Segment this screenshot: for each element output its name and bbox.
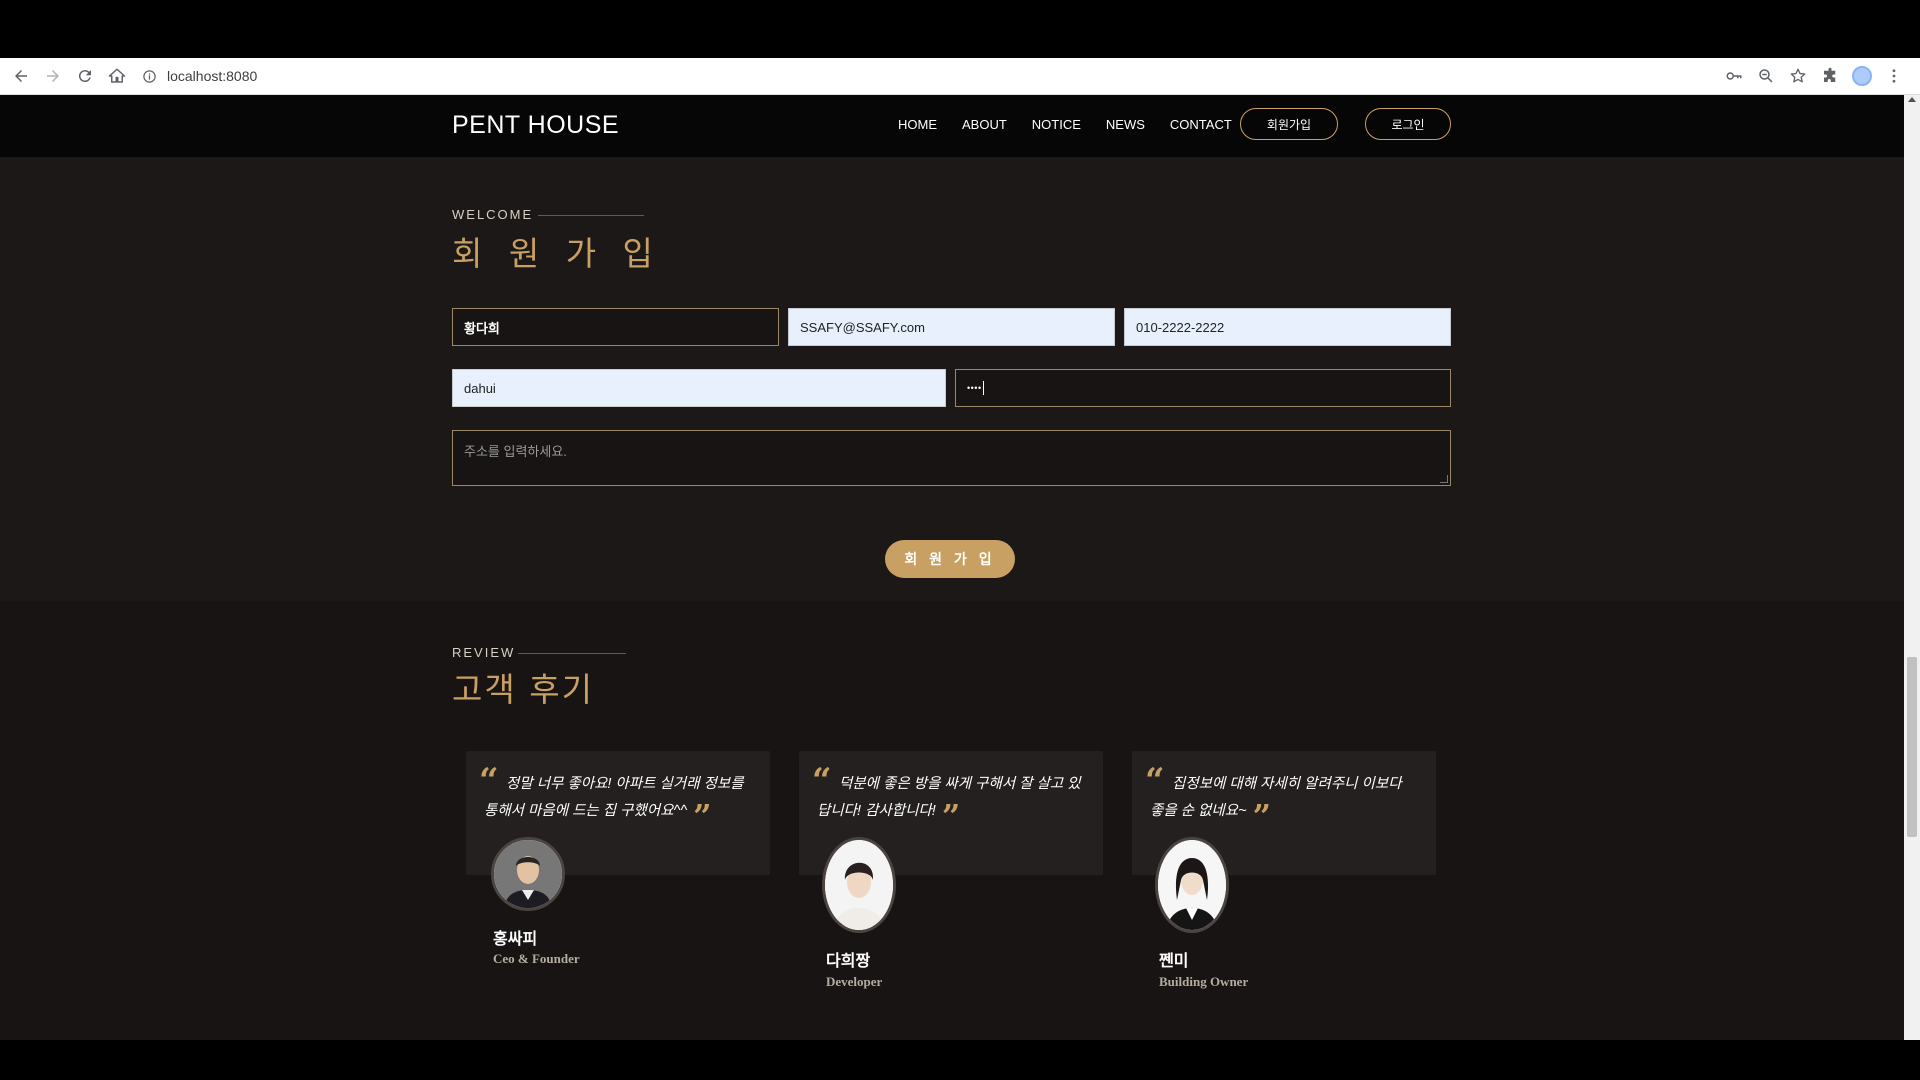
reload-icon[interactable] — [69, 60, 101, 92]
info-icon[interactable] — [139, 66, 159, 86]
nav-about[interactable]: ABOUT — [962, 117, 1007, 132]
join-title: 회 원 가 입 — [452, 234, 661, 273]
address-field[interactable]: 주소를 입력하세요. — [452, 430, 1451, 486]
name-field[interactable]: 황다희 — [452, 308, 779, 346]
review-section: REVIEW 고객 후기 “ 정말 너무 좋아요! 아파트 실거래 정보를 통해… — [0, 601, 1904, 1040]
quote-close-icon: ” — [693, 797, 712, 835]
review-eyebrow-divider — [518, 653, 626, 654]
address-bar[interactable]: localhost:8080 — [139, 62, 257, 90]
password-field[interactable]: •••• — [955, 369, 1451, 407]
join-section: WELCOME 회 원 가 입 황다희 SSAFY@SSAFY.com 010-… — [0, 157, 1904, 601]
review-quote: 덕분에 좋은 방을 싸게 구해서 잘 살고 있답니다! 감사합니다!” — [817, 771, 1085, 832]
review-title: 고객 후기 — [452, 670, 594, 709]
home-icon[interactable] — [101, 60, 133, 92]
text-caret — [982, 381, 984, 395]
reviewer-role: Building Owner — [1159, 974, 1249, 989]
review-quote-text: 집정보에 대해 자세히 알려주니 이보다 좋을 순 없네요~ — [1150, 776, 1402, 819]
signup-button[interactable]: 회원가입 — [1240, 108, 1338, 140]
login-button[interactable]: 로그인 — [1365, 108, 1451, 140]
avatar — [822, 837, 896, 933]
main-nav: HOME ABOUT NOTICE NEWS CONTACT — [898, 117, 1257, 132]
reviewer-role: Developer — [826, 974, 883, 989]
join-eyebrow: WELCOME — [452, 207, 534, 222]
id-field-value: dahui — [464, 380, 496, 396]
join-eyebrow-divider — [538, 215, 644, 216]
quote-close-icon: ” — [1252, 797, 1271, 835]
email-field[interactable]: SSAFY@SSAFY.com — [788, 308, 1115, 346]
scroll-thumb[interactable] — [1907, 657, 1917, 837]
screen-top-bar — [0, 0, 1920, 58]
avatar — [491, 837, 565, 911]
forward-icon[interactable] — [37, 60, 69, 92]
name-field-value: 황다희 — [464, 320, 500, 336]
nav-home[interactable]: HOME — [898, 117, 937, 132]
scroll-up-icon[interactable] — [1908, 97, 1916, 102]
address-field-placeholder: 주소를 입력하세요. — [464, 444, 567, 459]
extensions-icon[interactable] — [1814, 60, 1846, 92]
site-header: PENT HOUSE HOME ABOUT NOTICE NEWS CONTAC… — [0, 95, 1904, 158]
phone-field[interactable]: 010-2222-2222 — [1124, 308, 1451, 346]
quote-close-icon: ” — [941, 797, 961, 835]
menu-icon[interactable] — [1878, 60, 1910, 92]
profile-icon[interactable] — [1846, 60, 1878, 92]
page-scrollbar[interactable] — [1904, 95, 1920, 1040]
reviewer-role: Ceo & Founder — [493, 951, 580, 966]
browser-toolbar: localhost:8080 — [0, 58, 1920, 95]
screen-bottom-bar — [0, 1040, 1920, 1080]
id-field[interactable]: dahui — [452, 369, 946, 407]
brand-logo[interactable]: PENT HOUSE — [452, 111, 619, 140]
nav-news[interactable]: NEWS — [1106, 117, 1145, 132]
address-url[interactable]: localhost:8080 — [167, 68, 257, 84]
browser-actions — [1718, 60, 1910, 92]
browser-nav-buttons — [5, 60, 133, 92]
page-viewport: PENT HOUSE HOME ABOUT NOTICE NEWS CONTAC… — [0, 95, 1904, 1040]
key-icon[interactable] — [1718, 60, 1750, 92]
nav-notice[interactable]: NOTICE — [1032, 117, 1081, 132]
star-icon[interactable] — [1782, 60, 1814, 92]
join-submit-button[interactable]: 회 원 가 입 — [885, 540, 1015, 578]
reviewer-name: 홍싸피 — [493, 929, 538, 948]
email-field-value: SSAFY@SSAFY.com — [800, 319, 925, 335]
review-eyebrow: REVIEW — [452, 645, 516, 660]
phone-field-value: 010-2222-2222 — [1136, 319, 1225, 335]
review-quote: 집정보에 대해 자세히 알려주니 이보다 좋을 순 없네요~” — [1150, 771, 1418, 832]
review-quote: 정말 너무 좋아요! 아파트 실거래 정보를 통해서 마음에 드는 집 구했어요… — [484, 771, 752, 832]
avatar — [1155, 837, 1229, 933]
nav-contact[interactable]: CONTACT — [1170, 117, 1232, 132]
password-field-value: •••• — [967, 383, 982, 393]
back-icon[interactable] — [5, 60, 37, 92]
resize-handle-icon[interactable] — [1440, 475, 1448, 483]
reviewer-name: 쩬미 — [1159, 951, 1189, 970]
reviewer-name: 다희짱 — [826, 951, 871, 970]
zoom-icon[interactable] — [1750, 60, 1782, 92]
